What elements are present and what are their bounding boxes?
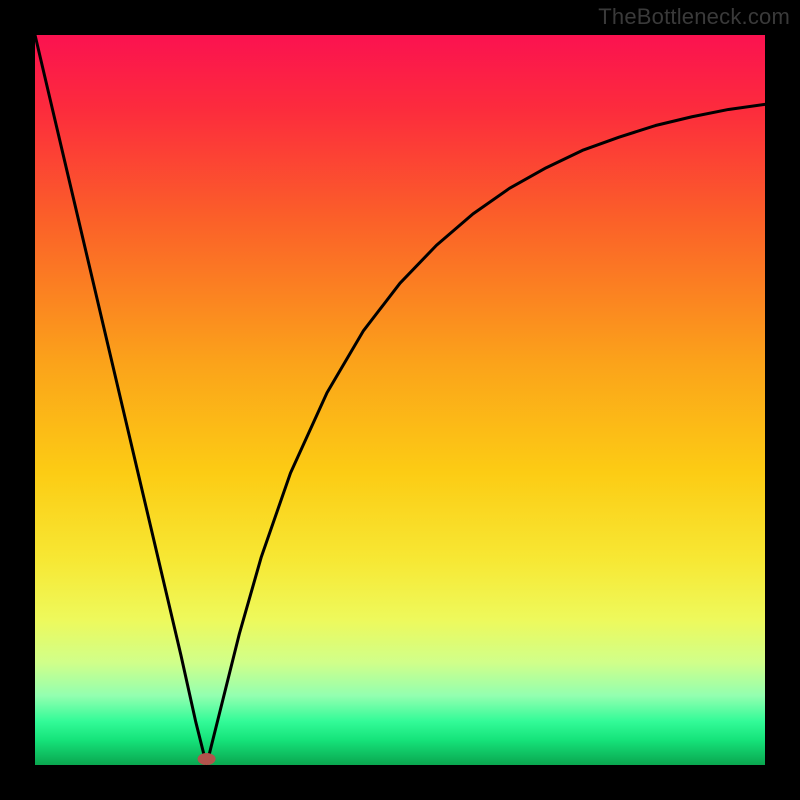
optimum-marker <box>198 753 216 765</box>
gradient-background <box>35 35 765 765</box>
plot-area <box>35 35 765 765</box>
watermark-text: TheBottleneck.com <box>598 4 790 30</box>
chart-frame: TheBottleneck.com <box>0 0 800 800</box>
chart-svg <box>35 35 765 765</box>
